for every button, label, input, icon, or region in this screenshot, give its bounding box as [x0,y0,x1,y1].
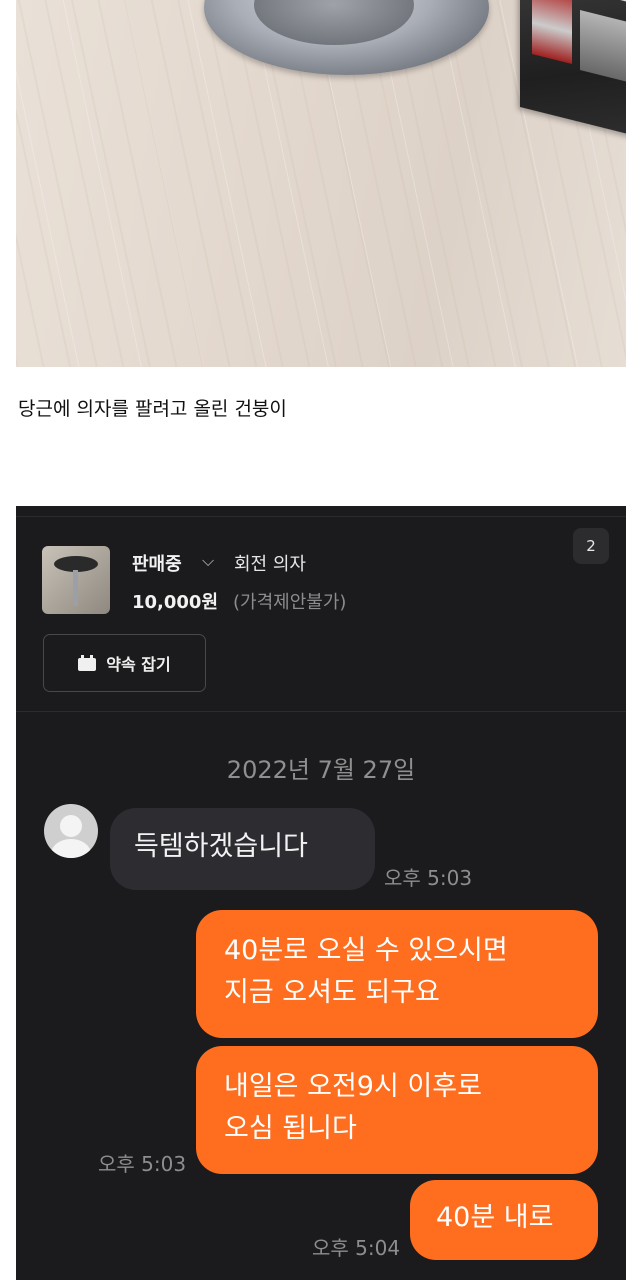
chevron-down-icon[interactable]: ⌵ [202,551,214,571]
avatar-head [60,815,82,837]
header-divider [16,711,626,712]
message-time: 오후 5:03 [98,1152,187,1176]
outgoing-message: 40분로 오실 수 있으시면 지금 오셔도 되구요 [196,910,598,1038]
message-line: 오심 됩니다 [224,1113,357,1144]
outgoing-message: 40분 내로 [410,1180,598,1260]
chat-screenshot: 2 판매중 ⌵ 회전 의자 10,000원 (가격제안불가) 약속 잡기 202… [16,506,626,1280]
avatar[interactable] [44,804,98,858]
message-line: 내일은 오전9시 이후로 [224,1071,482,1102]
avatar-body [51,839,91,858]
make-appointment-label: 약속 잡기 [106,655,171,674]
calendar-icon [78,655,97,671]
chat-date: 2022년 7월 27일 [226,756,416,784]
item-price: 10,000원 [132,592,219,613]
chair-photo [16,0,626,367]
message-line: 지금 오셔도 되구요 [224,977,440,1008]
unread-badge[interactable]: 2 [573,528,609,564]
message-line: 40분로 오실 수 있으시면 [224,935,508,966]
message-time: 오후 5:04 [312,1236,401,1260]
post-caption: 당근에 의자를 팔려고 올린 건붕이 [18,398,287,420]
price-note: (가격제안불가) [233,592,347,613]
sale-status[interactable]: 판매중 [132,550,182,576]
outgoing-message: 내일은 오전9시 이후로 오심 됩니다 [196,1046,598,1174]
message-time: 오후 5:03 [384,866,473,890]
top-divider [16,516,626,517]
item-thumbnail[interactable] [42,546,110,614]
incoming-message: 득템하겠습니다 [110,808,375,890]
make-appointment-button[interactable]: 약속 잡기 [43,634,206,692]
message-line: 40분 내로 [436,1202,554,1233]
message-line: 득템하겠습니다 [134,831,308,862]
item-title: 회전 의자 [234,554,306,575]
